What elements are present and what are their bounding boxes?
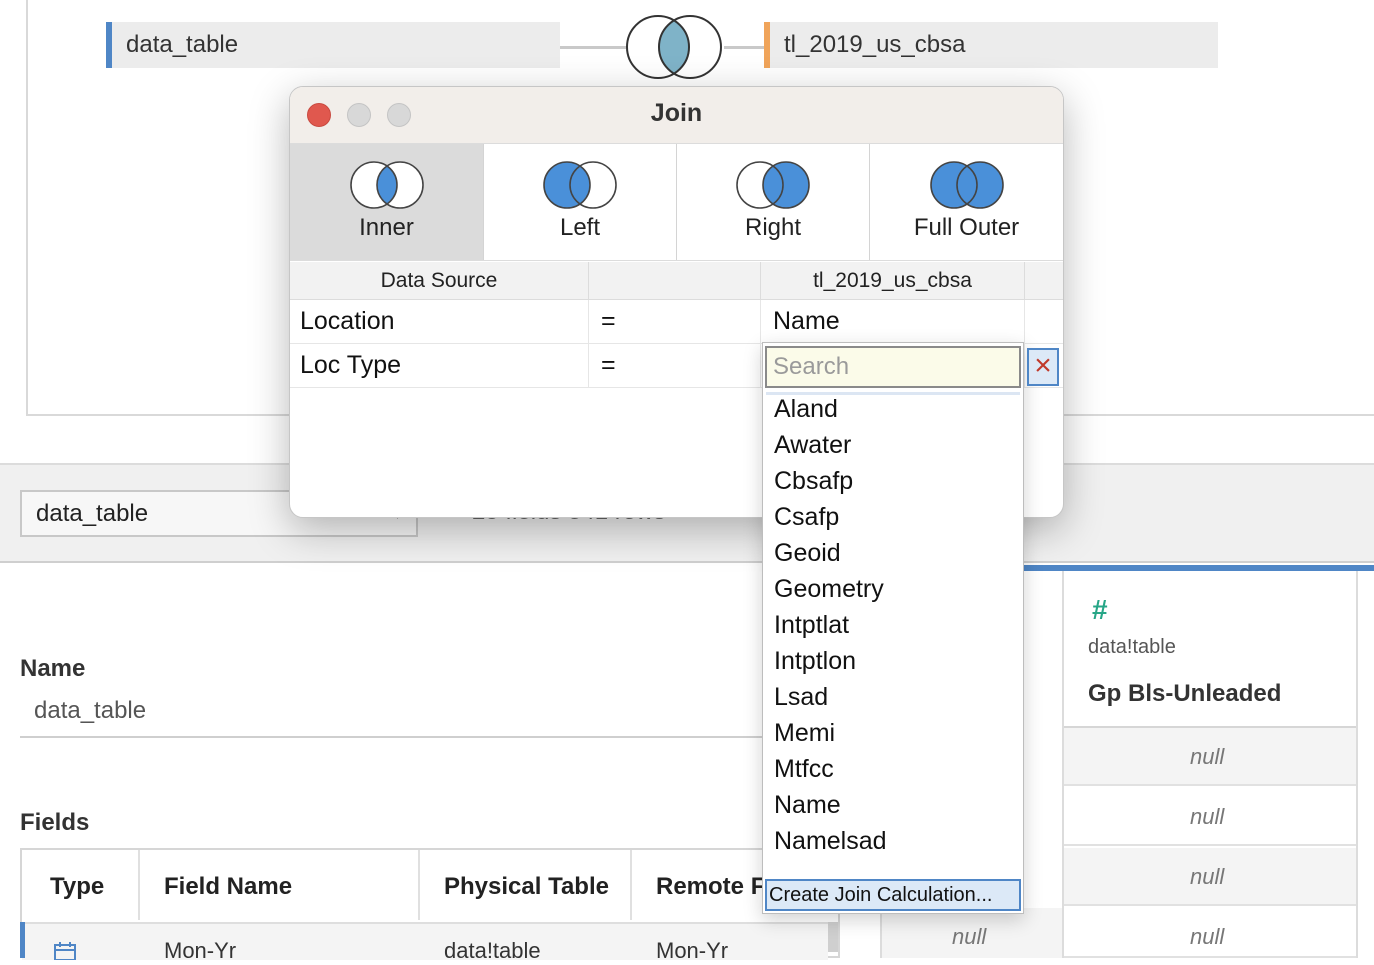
left-join-icon	[543, 161, 617, 209]
dropdown-option[interactable]: Namelsad	[774, 827, 887, 856]
dropdown-option[interactable]: Intptlat	[774, 611, 849, 640]
preview-cell: null	[1190, 864, 1225, 889]
left-table-pill[interactable]: data_table	[106, 22, 560, 68]
dropdown-option[interactable]: Name	[774, 791, 841, 820]
join-venn-icon[interactable]	[622, 14, 726, 85]
dropdown-option[interactable]: Geometry	[774, 575, 884, 604]
clause-header-left: Data Source	[290, 262, 589, 300]
join-clause-header: Data Source tl_2019_us_cbsa	[290, 262, 1063, 300]
full-outer-join-icon	[929, 161, 1004, 209]
field-name-cell[interactable]: Mon-Yr	[164, 938, 236, 964]
close-icon[interactable]: ×	[1027, 348, 1059, 386]
physical-table-cell: data!table	[444, 938, 541, 963]
preview-column-source: data!table	[1088, 636, 1176, 658]
clause-header-operator	[589, 262, 761, 300]
inner-join-icon	[349, 161, 424, 209]
clause-left-field[interactable]: Location	[290, 300, 589, 344]
clause-operator[interactable]: =	[589, 300, 761, 344]
preview-cell: null	[1190, 744, 1225, 769]
join-connector-left	[560, 46, 626, 49]
fields-label: Fields	[20, 809, 90, 836]
join-type-right[interactable]: Right	[677, 144, 870, 260]
join-type-label: Inner	[359, 214, 414, 241]
number-type-icon[interactable]: #	[1092, 594, 1108, 626]
join-type-label: Left	[559, 214, 601, 241]
dropdown-option[interactable]: Cbsafp	[774, 467, 853, 496]
name-underline	[20, 736, 765, 738]
preview-cell: null	[1190, 924, 1225, 949]
dropdown-option[interactable]: Intptlon	[774, 647, 856, 676]
fields-scrollbar[interactable]	[828, 922, 838, 952]
preview-cell: null	[1190, 804, 1225, 829]
fields-header-physical-table[interactable]: Physical Table	[424, 850, 632, 920]
preview-cell: null	[952, 924, 987, 949]
dropdown-option[interactable]: Aland	[774, 395, 838, 424]
fields-header-field-name[interactable]: Field Name	[144, 850, 420, 920]
join-type-inner[interactable]: Inner	[290, 144, 484, 260]
clause-header-right: tl_2019_us_cbsa	[761, 262, 1025, 300]
name-field[interactable]: data_table	[34, 697, 146, 725]
right-join-icon	[736, 161, 810, 209]
dropdown-option[interactable]: Memi	[774, 719, 835, 748]
join-type-selector: Inner Left Right Full Outer	[290, 143, 1063, 261]
join-type-label: Right	[744, 214, 802, 241]
join-connector-right	[724, 46, 766, 49]
remote-field-cell: Mon-Yr	[656, 938, 729, 963]
dialog-title: Join	[650, 99, 703, 127]
dropdown-option[interactable]: Geoid	[774, 539, 841, 568]
search-input[interactable]	[765, 346, 1021, 388]
dropdown-option[interactable]: Mtfcc	[774, 755, 834, 784]
preview-grid-divider	[1356, 571, 1358, 958]
create-join-calculation-option[interactable]: Create Join Calculation...	[765, 879, 1021, 911]
clause-operator[interactable]: =	[589, 344, 761, 388]
join-type-left[interactable]: Left	[484, 144, 677, 260]
right-table-pill[interactable]: tl_2019_us_cbsa	[764, 22, 1218, 68]
fields-header-type[interactable]: Type	[30, 850, 140, 920]
dropdown-option[interactable]: Awater	[774, 431, 851, 460]
row-selection-accent	[20, 922, 25, 958]
clause-left-field[interactable]: Loc Type	[290, 344, 589, 388]
name-label: Name	[20, 655, 86, 682]
dropdown-option[interactable]: Lsad	[774, 683, 828, 712]
dropdown-option[interactable]: Csafp	[774, 503, 839, 532]
join-type-label: Full Outer	[913, 214, 1020, 241]
join-clause-row[interactable]: Location = Name	[290, 300, 1063, 344]
join-type-full-outer[interactable]: Full Outer	[870, 144, 1063, 260]
calendar-icon[interactable]	[54, 942, 76, 965]
clause-right-field[interactable]: Name	[761, 300, 1025, 344]
preview-column-header[interactable]: Gp Bls-Unleaded	[1088, 680, 1281, 708]
